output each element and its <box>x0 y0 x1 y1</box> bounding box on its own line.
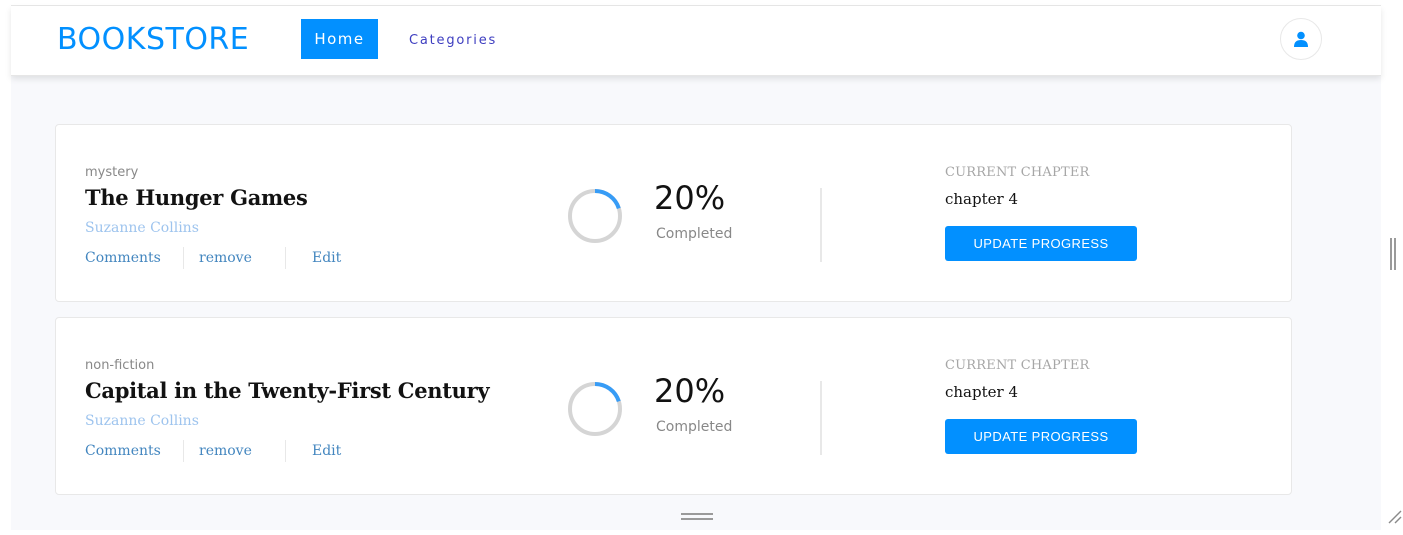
book-card: non-fiction Capital in the Twenty-First … <box>55 317 1292 495</box>
current-chapter-label: CURRENT CHAPTER <box>945 165 1090 180</box>
book-genre: mystery <box>85 165 139 180</box>
remove-button[interactable]: remove <box>184 443 285 459</box>
user-icon <box>1294 31 1308 47</box>
edit-button[interactable]: Edit <box>286 250 341 266</box>
book-author: Suzanne Collins <box>85 220 199 236</box>
horizontal-resize-handle[interactable] <box>681 513 713 520</box>
book-author: Suzanne Collins <box>85 413 199 429</box>
section-divider <box>820 188 822 262</box>
current-chapter-value: chapter 4 <box>945 190 1018 208</box>
current-chapter-value: chapter 4 <box>945 383 1018 401</box>
resize-grip-icon[interactable] <box>1386 508 1402 524</box>
book-title: The Hunger Games <box>85 185 308 210</box>
comments-button[interactable]: Comments <box>85 250 183 266</box>
book-actions: Comments remove Edit <box>85 439 341 463</box>
update-progress-button[interactable]: UPDATE PROGRESS <box>945 226 1137 261</box>
section-divider <box>820 381 822 455</box>
current-chapter-label: CURRENT CHAPTER <box>945 358 1090 373</box>
progress-completed-label: Completed <box>656 419 733 435</box>
nav-link-home[interactable]: Home <box>301 19 378 59</box>
user-profile-button[interactable] <box>1280 18 1322 60</box>
edit-button[interactable]: Edit <box>286 443 341 459</box>
progress-circle <box>568 382 622 436</box>
book-genre: non-fiction <box>85 358 155 373</box>
navbar: BOOKSTORE Home Categories <box>11 6 1381 76</box>
progress-percent: 20% <box>654 179 726 217</box>
update-progress-button[interactable]: UPDATE PROGRESS <box>945 419 1137 454</box>
vertical-resize-handle[interactable] <box>1390 238 1396 270</box>
book-title: Capital in the Twenty-First Century <box>85 378 490 403</box>
brand-logo[interactable]: BOOKSTORE <box>57 22 249 57</box>
remove-button[interactable]: remove <box>184 250 285 266</box>
progress-completed-label: Completed <box>656 226 733 242</box>
nav-link-categories[interactable]: Categories <box>409 33 497 48</box>
progress-percent: 20% <box>654 372 726 410</box>
app-frame: BOOKSTORE Home Categories mystery The Hu… <box>11 5 1381 530</box>
book-card: mystery The Hunger Games Suzanne Collins… <box>55 124 1292 302</box>
comments-button[interactable]: Comments <box>85 443 183 459</box>
book-actions: Comments remove Edit <box>85 246 341 270</box>
progress-circle <box>568 189 622 243</box>
